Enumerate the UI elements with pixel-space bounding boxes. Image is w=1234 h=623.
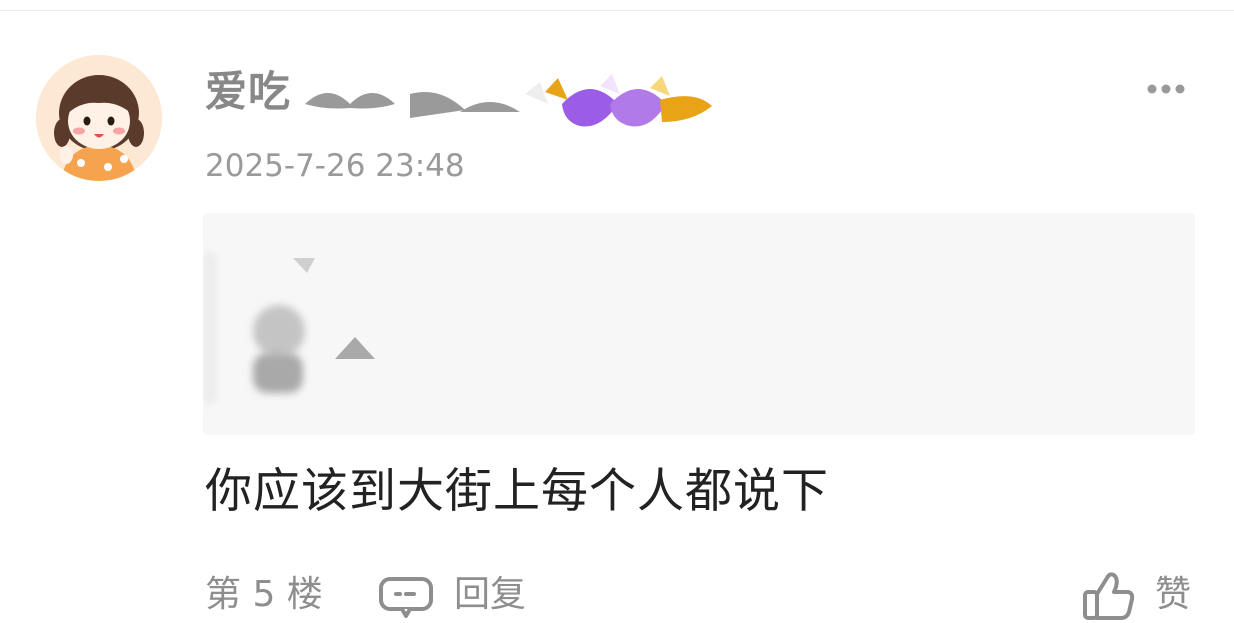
user-avatar[interactable] xyxy=(36,55,162,181)
more-dots-icon xyxy=(1147,84,1185,94)
username[interactable]: 爱吃 xyxy=(205,68,291,116)
quoted-content-box[interactable] xyxy=(203,213,1195,435)
blurred-media xyxy=(203,253,375,403)
floor-number: 第 5 楼 xyxy=(205,574,323,615)
like-button[interactable]: 赞 xyxy=(1155,570,1191,620)
username-row[interactable]: 爱吃 xyxy=(205,62,765,127)
thumbs-up-icon[interactable] xyxy=(1081,570,1137,622)
username-redaction xyxy=(305,74,712,127)
cartoon-girl-avatar-icon xyxy=(36,55,162,181)
timestamp: 2025-7-26 23:48 xyxy=(205,148,465,184)
comment-text: 你应该到大街上每个人都说下 xyxy=(205,464,829,519)
more-options-button[interactable] xyxy=(1146,74,1186,104)
top-divider xyxy=(0,10,1234,11)
reply-button[interactable]: 回复 xyxy=(454,570,526,620)
reply-bubble-icon[interactable] xyxy=(378,576,434,618)
comment-footer: 第 5 楼 回复 赞 xyxy=(205,570,1205,622)
